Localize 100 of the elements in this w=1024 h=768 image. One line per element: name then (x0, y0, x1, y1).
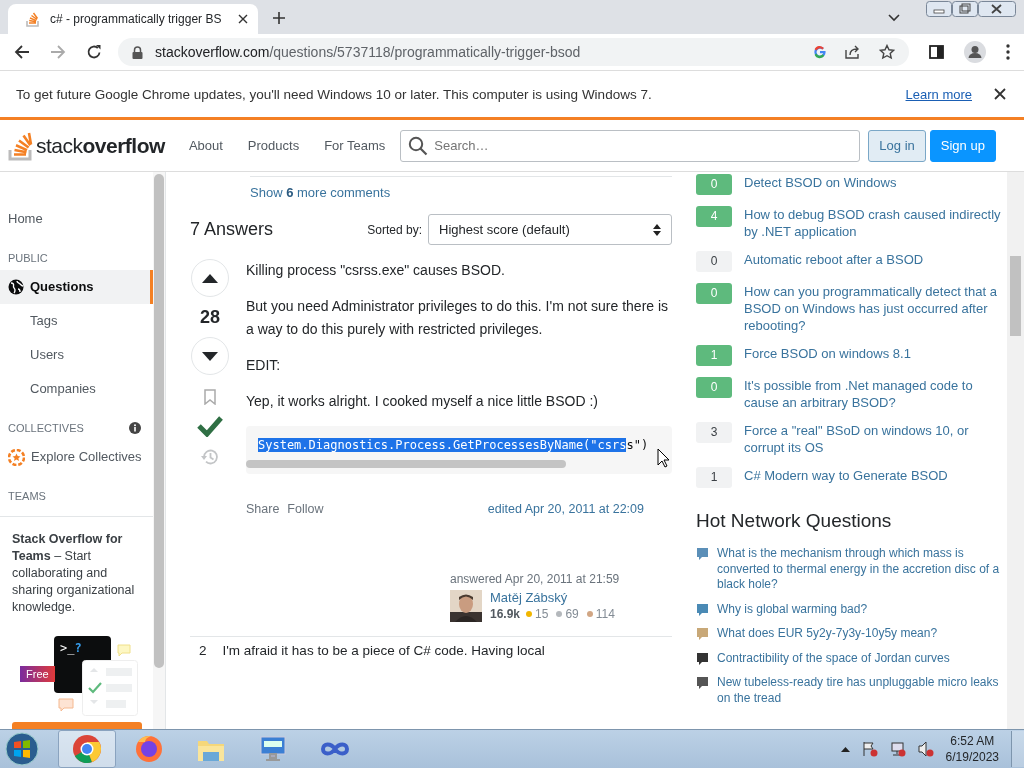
globe-icon (8, 279, 24, 295)
window-controls[interactable] (926, 1, 1016, 19)
answer-paragraph: I'm afraid it has to be a piece of C# code. Having local (222, 643, 545, 658)
show-comments-link[interactable]: Show 6 more comments (250, 185, 391, 200)
hot-question-link[interactable]: Why is global warming bad? (717, 601, 868, 617)
sidebar-item[interactable]: Home (0, 202, 153, 236)
vote-card-drawing (82, 660, 138, 716)
start-button[interactable] (2, 731, 42, 767)
tab-title: c# - programmatically trigger BS (50, 12, 223, 26)
info-icon[interactable] (129, 422, 141, 434)
score-badge: 3 (696, 422, 732, 443)
volume-icon[interactable] (917, 741, 934, 757)
side-panel-icon[interactable] (929, 45, 944, 59)
teams-promo-text: Stack Overflow for Teams – Start collaborating and sharing organizational knowledge. (12, 531, 136, 616)
lock-icon (132, 45, 143, 59)
chat-bubble-icon (117, 644, 131, 657)
tray-arrow-icon[interactable] (840, 746, 850, 752)
hot-questions-title: Hot Network Questions (696, 510, 893, 532)
browser-tab[interactable]: c# - programmatically trigger BS (8, 4, 258, 34)
site-logo[interactable]: stackoverflow (8, 130, 165, 161)
sort-select[interactable]: Highest score (default) (428, 214, 672, 245)
score-badge: 0 (696, 377, 732, 398)
nav-link[interactable]: For Teams (314, 132, 396, 159)
network-icon[interactable] (889, 741, 906, 757)
monitor-icon (258, 734, 288, 764)
vote-count: 2 (199, 643, 207, 658)
reputation: 16.9k (490, 607, 521, 621)
stack-logo-icon (26, 11, 40, 27)
sidebar-item[interactable]: Tags (0, 304, 153, 338)
section-heading: TEAMS (8, 490, 46, 502)
badge-count: 15 (535, 607, 549, 621)
firefox-icon (134, 734, 164, 764)
login-button[interactable]: Log in (868, 129, 926, 162)
score-badge: 4 (696, 206, 732, 227)
answer-paragraph: Killing process "csrss.exe" causes BSOD. (246, 261, 506, 280)
page-scrollbar[interactable] (1007, 172, 1024, 729)
menu-icon[interactable] (1006, 44, 1010, 60)
score-badge: 1 (696, 345, 732, 366)
up-arrow-icon (202, 273, 218, 283)
answers-title: 7 Answers (190, 219, 274, 240)
linked-question-link[interactable]: How can you programmatically detect that a BSOD on Windows has just occurred after rebooting? (744, 283, 1008, 334)
section-heading: COLLECTIVES (8, 422, 84, 434)
linked-question-link[interactable]: Force a "real" BSoD on windows 10, or corrupt its OS (744, 422, 1008, 456)
sidebar-item[interactable]: Companies (0, 372, 153, 406)
search-field[interactable]: Search… (400, 129, 861, 162)
down-arrow-icon (202, 351, 218, 361)
star-icon[interactable] (879, 44, 895, 60)
score-badge: 1 (696, 467, 732, 488)
answer-paragraph: EDIT: (246, 356, 282, 375)
upvote-button[interactable] (191, 259, 229, 297)
clock-date: 6/19/2023 (945, 749, 999, 765)
hot-question-link[interactable]: New tubeless-ready tire has unpluggable micro leaks on the tread (717, 675, 1008, 706)
free-badge: Free (20, 666, 55, 682)
nav-link[interactable]: Products (237, 132, 310, 159)
profile-icon[interactable] (964, 41, 986, 63)
learn-more-link[interactable]: Learn more (905, 86, 972, 102)
signup-button[interactable]: Sign up (929, 129, 996, 162)
sidebar-scrollbar[interactable] (153, 172, 165, 729)
address-bar[interactable]: stackoverflow.com/questions/5737118/programmatically-trigger-bsod (118, 38, 909, 66)
question-mark-text: ? (74, 641, 82, 655)
post-action-link[interactable]: Share (246, 502, 280, 516)
linked-question-link[interactable]: It's possible from .Net managed code to cause an arbitrary BSOD? (744, 377, 1008, 411)
user-name-link[interactable]: Matěj Zábský (490, 590, 620, 605)
sidebar-item[interactable]: Questions (0, 270, 153, 304)
vote-count: 28 (200, 307, 220, 327)
linked-question-link[interactable]: Force BSOD on windows 8.1 (744, 345, 911, 366)
linked-question-link[interactable]: C# Modern way to Generate BSOD (744, 467, 948, 488)
edited-link[interactable]: edited Apr 20, 2011 at 22:09 (487, 502, 644, 516)
downvote-button[interactable] (191, 337, 229, 375)
google-icon[interactable] (813, 45, 827, 59)
answer-paragraph: Yep, it works alright. I cooked myself a nice little BSOD :) (246, 392, 599, 411)
flag-icon[interactable] (861, 741, 878, 757)
update-message: To get future Google Chrome updates, you'll need Windows 10 or later. This computer is using Windows 7. (16, 86, 652, 102)
collectives-icon (8, 448, 25, 466)
sidebar-item[interactable]: Explore Collectives (0, 440, 153, 474)
chat-bubble-icon (58, 698, 74, 712)
score-badge: 0 (696, 283, 732, 304)
close-icon[interactable] (994, 88, 1006, 100)
new-tab-icon[interactable] (272, 11, 286, 25)
section-heading: PUBLIC (8, 252, 48, 264)
chevron-down-icon[interactable] (888, 14, 900, 22)
sort-label: Sorted by: (367, 222, 422, 237)
taskbar-app[interactable] (58, 730, 116, 768)
hot-question-link[interactable]: What does EUR 5y2y-7y3y-10y5y mean? (717, 626, 938, 642)
answer-paragraph: But you need Administrator privileges to do this. I'm not sure there is a way to do this purely with restricted privileges. (246, 297, 670, 339)
share-icon[interactable] (845, 45, 861, 59)
back-icon[interactable] (14, 44, 30, 60)
linked-question-link[interactable]: Detect BSOD on Windows (744, 174, 897, 195)
sidebar-item[interactable]: Users (0, 338, 153, 372)
nav-link[interactable]: About (178, 132, 233, 159)
close-tab-icon[interactable] (238, 14, 248, 24)
linked-question-link[interactable]: How to debug BSOD crash caused indirectly by .NET application (744, 206, 1008, 240)
hot-question-link[interactable]: Contractibility of the space of Jordan curves (717, 650, 950, 666)
url-text: stackoverflow.com/questions/5737118/programmatically-trigger-bsod (155, 44, 581, 60)
post-action-link[interactable]: Follow (287, 502, 324, 516)
clock-time: 6:52 AM (950, 733, 995, 749)
hot-question-link[interactable]: What is the mechanism through which mass is converted to thermal energy in the accretion disc of a black hole? (717, 546, 1008, 593)
linked-question-link[interactable]: Automatic reboot after a BSOD (744, 251, 924, 272)
code-scrollbar[interactable] (246, 460, 566, 468)
reload-icon[interactable] (86, 44, 102, 60)
